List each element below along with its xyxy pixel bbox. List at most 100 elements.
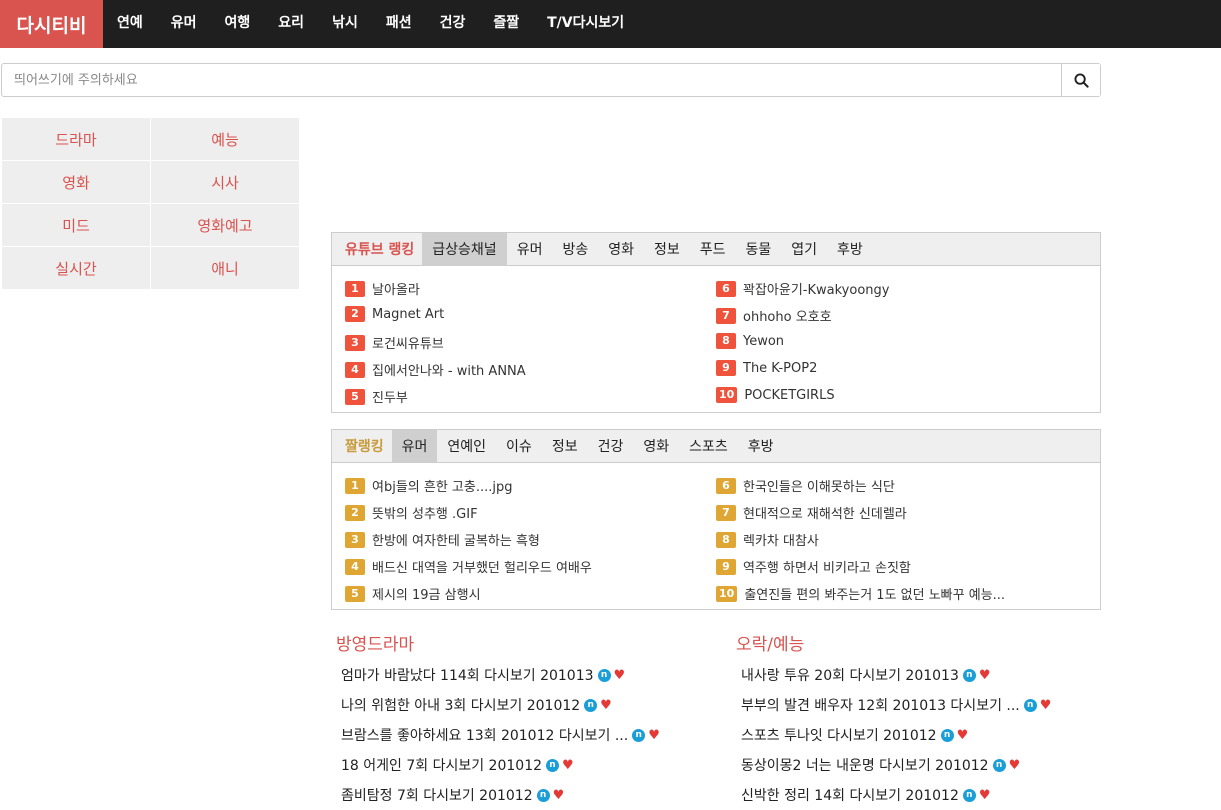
tab-celebrity[interactable]: 연예인 (437, 430, 496, 462)
nav-item-fishing[interactable]: 낚시 (318, 0, 372, 46)
heart-icon: ♥ (978, 667, 991, 683)
item-label: POCKETGIRLS (744, 387, 835, 403)
list-item[interactable]: 4 배드신 대역을 거부했던 헐리우드 여배우 (345, 557, 592, 576)
nav-item-cooking[interactable]: 요리 (264, 0, 318, 46)
tab-info[interactable]: 정보 (542, 430, 588, 462)
new-badge-icon: n (962, 788, 976, 802)
item-label: 브람스를 좋아하세요 13회 201012 다시보기 ... (341, 728, 629, 744)
item-label: 여bj들의 흔한 고충....jpg (372, 480, 513, 495)
search-button[interactable] (1061, 64, 1100, 96)
nav-item-humor[interactable]: 유머 (157, 0, 211, 46)
list-item[interactable]: 2 뜻밖의 성추행 .GIF (345, 503, 478, 522)
list-item[interactable]: 5 진두부 (345, 387, 408, 406)
list-item[interactable]: 부부의 발견 배우자 12회 201013 다시보기 ... n ♥ (731, 690, 1101, 720)
tab-sports[interactable]: 스포츠 (679, 430, 738, 462)
tab-food[interactable]: 푸드 (690, 233, 736, 265)
tab-health[interactable]: 건강 (588, 430, 634, 462)
list-item[interactable]: 5 제시의 19금 삼행시 (345, 584, 481, 603)
list-item[interactable]: 1 날아올라 (345, 279, 420, 298)
list-item[interactable]: 신박한 정리 14회 다시보기 201012 n ♥ (731, 780, 1101, 810)
new-badge-icon: n (597, 668, 611, 682)
nav-item-entertainment[interactable]: 연예 (103, 0, 157, 46)
rank-badge: 9 (716, 360, 736, 376)
item-label: 로건씨유튜브 (372, 337, 444, 352)
list-item[interactable]: 브람스를 좋아하세요 13회 201012 다시보기 ... n ♥ (331, 720, 701, 750)
rank-badge: 9 (716, 558, 736, 575)
category-anime[interactable]: 애니 (151, 247, 300, 290)
variety-section-title[interactable]: 오락/예능 (731, 630, 1101, 660)
nav-item-pics[interactable]: 즐짤 (479, 0, 533, 46)
list-item[interactable]: 좀비탐정 7회 다시보기 201012 n ♥ (331, 780, 701, 810)
list-item[interactable]: 내사랑 투유 20회 다시보기 201013 n ♥ (731, 660, 1101, 690)
list-item[interactable]: 18 어게인 7회 다시보기 201012 n ♥ (331, 750, 701, 780)
new-badge-icon: n (632, 728, 646, 742)
rank-badge: 1 (345, 280, 365, 297)
tab-humor[interactable]: 유머 (391, 430, 438, 462)
main-nav: 연예 유머 여행 요리 낚시 패션 건강 즐짤 T/V다시보기 (103, 0, 638, 46)
category-us-drama[interactable]: 미드 (2, 204, 151, 247)
category-live[interactable]: 실시간 (2, 247, 151, 290)
category-movie[interactable]: 영화 (2, 161, 151, 204)
list-item[interactable]: 스포츠 투나잇 다시보기 201012 n ♥ (731, 720, 1101, 750)
list-item[interactable]: 3 로건씨유튜브 (345, 333, 444, 352)
nav-item-health[interactable]: 건강 (426, 0, 480, 46)
list-item[interactable]: 7 ohhoho 오호호 (716, 306, 832, 325)
list-item[interactable]: 4 집에서안나와 - with ANNA (345, 360, 526, 379)
tab-info[interactable]: 정보 (644, 233, 690, 265)
list-item[interactable]: 8 렉카차 대참사 (716, 530, 819, 549)
rank-badge: 8 (716, 531, 736, 548)
heart-icon: ♥ (1039, 697, 1052, 713)
tab-movie[interactable]: 영화 (633, 430, 679, 462)
item-label: 좀비탐정 7회 다시보기 201012 (341, 788, 533, 804)
item-label: 역주행 하면서 비키라고 손짓함 (743, 561, 911, 576)
tab-animals[interactable]: 동물 (736, 233, 782, 265)
nav-item-tv-replay[interactable]: T/V다시보기 (533, 0, 638, 46)
list-item[interactable]: 8 Yewon (716, 333, 784, 349)
site-logo[interactable]: 다시티비 (0, 0, 103, 48)
item-label: 출연진들 편의 봐주는거 1도 없던 노빠꾸 예능... (744, 588, 1006, 603)
nav-item-travel[interactable]: 여행 (211, 0, 265, 46)
rank-badge: 4 (345, 361, 365, 378)
tab-humor[interactable]: 유머 (507, 233, 553, 265)
tab-bizarre[interactable]: 엽기 (781, 233, 827, 265)
list-item[interactable]: 10 출연진들 편의 봐주는거 1도 없던 노빠꾸 예능... (716, 584, 1005, 603)
item-label: 18 어게인 7회 다시보기 201012 (341, 758, 543, 774)
tab-issue[interactable]: 이슈 (496, 430, 542, 462)
list-item[interactable]: 7 현대적으로 재해석한 신데렐라 (716, 503, 907, 522)
item-label: 뜻밖의 성추행 .GIF (372, 507, 478, 522)
rank-badge: 6 (716, 280, 736, 297)
list-item[interactable]: 나의 위험한 아내 3회 다시보기 201012 n ♥ (331, 690, 701, 720)
list-item[interactable]: 1 여bj들의 흔한 고충....jpg (345, 476, 513, 495)
category-drama[interactable]: 드라마 (2, 118, 151, 161)
heart-icon: ♥ (613, 667, 626, 683)
tab-broadcast[interactable]: 방송 (552, 233, 598, 265)
tab-rising-channels[interactable]: 급상승채널 (422, 233, 507, 265)
item-label: ohhoho 오호호 (743, 310, 832, 325)
list-item[interactable]: 2 Magnet Art (345, 306, 444, 322)
search-input[interactable] (2, 64, 1061, 96)
nav-item-fashion[interactable]: 패션 (372, 0, 426, 46)
list-item[interactable]: 6 꽉잡아윤기-Kwakyoongy (716, 279, 889, 298)
category-current-affairs[interactable]: 시사 (151, 161, 300, 204)
pic-ranking-list: 1 여bj들의 흔한 고충....jpg 2 뜻밖의 성추행 .GIF 3 한방에 여… (332, 463, 1100, 609)
item-label: 현대적으로 재해석한 신데렐라 (743, 507, 907, 522)
youtube-ranking-tabs: 유튜브 랭킹 급상승채널 유머 방송 영화 정보 푸드 동물 엽기 후방 (332, 233, 1100, 266)
list-item[interactable]: 9 역주행 하면서 비키라고 손짓함 (716, 557, 911, 576)
tab-rear[interactable]: 후방 (738, 430, 784, 462)
list-item[interactable]: 9 The K-POP2 (716, 360, 817, 376)
list-item[interactable]: 10 POCKETGIRLS (716, 387, 835, 403)
list-item[interactable]: 3 한방에 여자한테 굴복하는 흑형 (345, 530, 540, 549)
youtube-ranking-list: 1 날아올라 2 Magnet Art 3 로건씨유튜브 4 집에서안나와 - with… (332, 266, 1100, 412)
item-label: 진두부 (372, 391, 408, 406)
drama-section-title[interactable]: 방영드라마 (331, 630, 701, 660)
pic-ranking-title: 짤랭킹 (345, 439, 384, 455)
list-item[interactable]: 6 한국인들은 이해못하는 식단 (716, 476, 895, 495)
rank-badge: 10 (716, 387, 738, 403)
tab-rear[interactable]: 후방 (827, 233, 873, 265)
list-item[interactable]: 엄마가 바람났다 114회 다시보기 201013 n ♥ (331, 660, 701, 690)
category-variety[interactable]: 예능 (151, 118, 300, 161)
item-label: 배드신 대역을 거부했던 헐리우드 여배우 (372, 561, 592, 576)
category-movie-trailer[interactable]: 영화예고 (151, 204, 300, 247)
list-item[interactable]: 동상이몽2 너는 내운명 다시보기 201012 n ♥ (731, 750, 1101, 780)
tab-movie[interactable]: 영화 (598, 233, 644, 265)
